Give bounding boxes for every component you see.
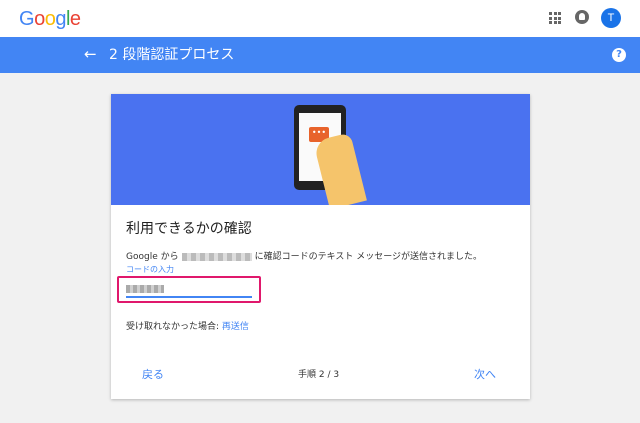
back-arrow-icon[interactable]: ← [84, 45, 97, 63]
next-button[interactable]: 次へ [474, 366, 496, 382]
page-title: 2 段階認証プロセス [109, 47, 235, 63]
top-bar: Google T [0, 0, 640, 37]
sent-message: Google から に確認コードのテキスト メッセージが送信されました。 [126, 249, 482, 262]
logo-letter: G [19, 8, 35, 30]
help-icon[interactable]: ? [612, 48, 626, 62]
resend-text: 受け取れなかった場合: [126, 322, 220, 332]
logo-letter: o [44, 8, 56, 30]
back-button[interactable]: 戻る [142, 366, 164, 382]
redacted-code [126, 285, 164, 293]
apps-grid-icon[interactable] [549, 12, 561, 24]
message-prefix: Google から [126, 252, 179, 262]
logo-letter: g [55, 8, 66, 30]
phone-illustration: ••• [111, 94, 530, 205]
verification-card: ••• 利用できるかの確認 Google から に確認コードのテキスト メッセージ… [111, 94, 530, 399]
avatar[interactable]: T [601, 8, 621, 28]
message-suffix: に確認コードのテキスト メッセージが送信されました。 [254, 252, 483, 262]
resend-link[interactable]: 再送信 [222, 322, 249, 332]
logo-letter: o [34, 8, 45, 30]
logo-letter: e [69, 8, 81, 30]
title-bar: ← 2 段階認証プロセス ? [0, 37, 640, 73]
step-indicator: 手順 2 / 3 [298, 370, 340, 380]
resend-line: 受け取れなかった場合: 再送信 [126, 319, 249, 332]
notifications-icon[interactable] [575, 10, 589, 24]
card-heading: 利用できるかの確認 [126, 221, 252, 237]
code-input-label: コードの入力 [126, 265, 174, 274]
redacted-phone-number [181, 252, 252, 261]
google-logo[interactable]: Google [19, 8, 81, 31]
